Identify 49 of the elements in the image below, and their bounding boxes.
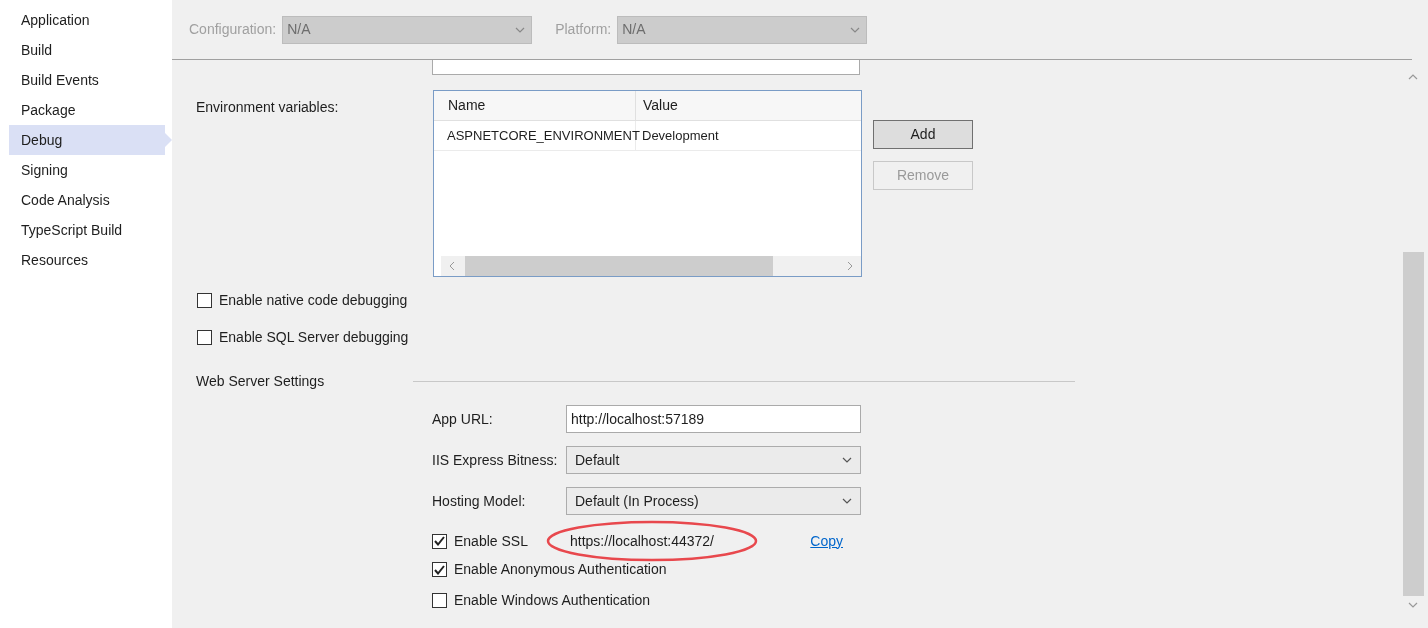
field-label: IIS Express Bitness:	[432, 450, 559, 470]
chevron-down-icon	[515, 26, 526, 33]
column-header[interactable]: Name	[441, 91, 636, 120]
sidebar-item[interactable]: Build Events	[9, 65, 165, 95]
dropdown[interactable]: Default (In Process)	[566, 487, 861, 515]
section-title: Web Server Settings	[196, 372, 326, 391]
checkbox[interactable]	[432, 593, 447, 608]
sidebar-item[interactable]: Resources	[9, 245, 165, 275]
field-label: Platform:	[555, 20, 612, 39]
sidebar-item[interactable]: Code Analysis	[9, 185, 165, 215]
column-header[interactable]: Value	[636, 91, 861, 120]
checkbox-label: Enable native code debugging	[219, 291, 408, 310]
chevron-right-icon	[847, 261, 853, 271]
chevron-down-icon	[842, 498, 852, 504]
checkbox[interactable]	[432, 562, 447, 577]
selection-pointer-icon	[165, 133, 172, 147]
horizontal-scrollbar[interactable]	[441, 256, 861, 276]
checkbox[interactable]	[432, 533, 447, 549]
chevron-down-icon	[850, 26, 861, 33]
action-button[interactable]: Add	[873, 120, 973, 149]
checkbox-label: Enable Windows Authentication	[454, 591, 651, 610]
checkbox-label: Enable SQL Server debugging	[219, 328, 409, 347]
sidebar-item[interactable]: Signing	[9, 155, 165, 185]
sidebar-item[interactable]: Application	[9, 5, 165, 35]
field-label: Hosting Model:	[432, 491, 527, 511]
dropdown[interactable]: Default	[566, 446, 861, 474]
sidebar-item[interactable]: Build	[9, 35, 165, 65]
url-input[interactable]: http://localhost:57189	[566, 405, 861, 433]
checkbox[interactable]	[197, 293, 212, 308]
scrollbar-thumb[interactable]	[1402, 252, 1424, 596]
chevron-up-icon	[1408, 74, 1418, 80]
checkbox-label: Enable SSL	[454, 531, 529, 551]
chevron-down-icon	[1408, 602, 1418, 608]
sidebar-item[interactable]: TypeScript Build	[9, 215, 165, 245]
ssl-url: https://localhost:44372/	[570, 531, 714, 551]
field-label: Environment variables:	[196, 98, 340, 117]
field-label: Configuration:	[189, 20, 277, 39]
copy-link[interactable]: Copy	[809, 530, 843, 552]
chevron-left-icon	[449, 261, 455, 271]
checkmark-icon	[434, 564, 445, 575]
field-label: App URL:	[432, 409, 494, 429]
scrollbar-thumb[interactable]	[465, 256, 773, 276]
checkbox[interactable]	[197, 330, 212, 345]
table-cell-text: Development	[641, 126, 720, 145]
sidebar-item[interactable]: Debug	[9, 125, 165, 155]
checkbox-label: Enable Anonymous Authentication	[454, 560, 667, 579]
checkmark-icon	[434, 536, 445, 546]
chevron-down-icon	[842, 457, 852, 463]
sidebar-item[interactable]: Package	[9, 95, 165, 125]
